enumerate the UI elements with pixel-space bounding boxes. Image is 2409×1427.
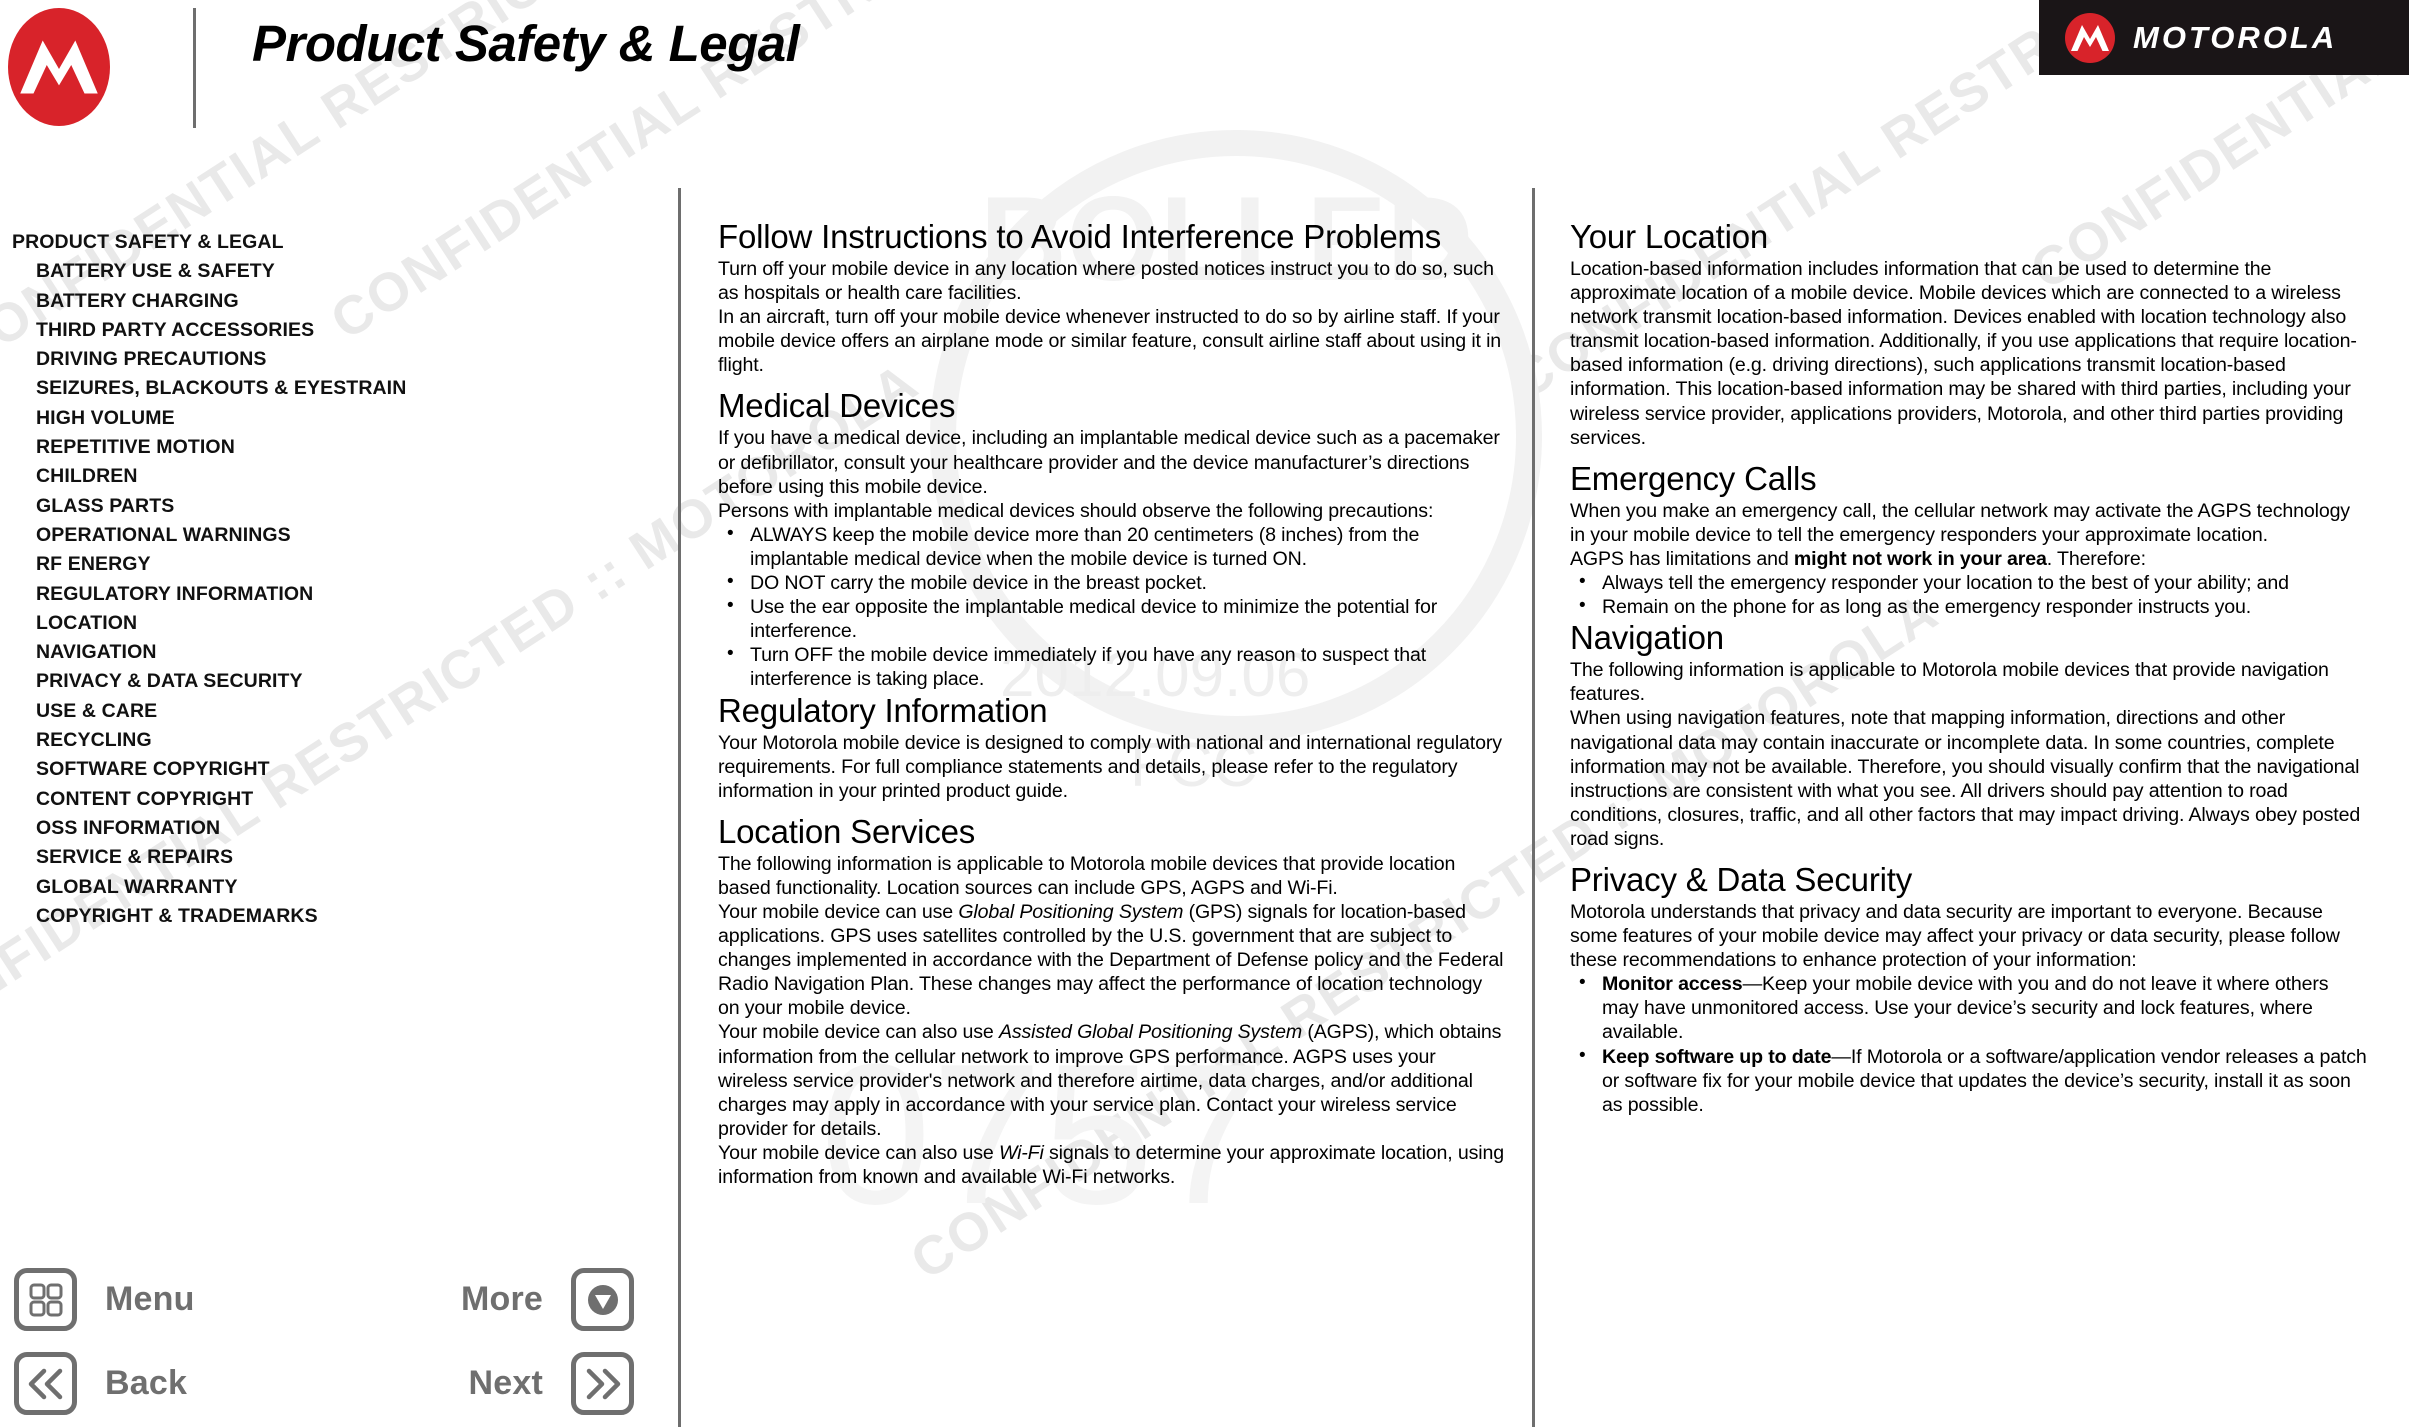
paragraph-emergency-2: AGPS has limitations and might not work … — [1570, 547, 2370, 571]
next-button-label: Next — [468, 1364, 543, 1402]
emphasis-wifi-term: Wi-Fi — [998, 1141, 1044, 1164]
sidebar-item-seizures-blackouts-eyestrain[interactable]: SEIZURES, BLACKOUTS & EYESTRAIN — [0, 374, 660, 403]
section-heading-your-location: Your Location — [1570, 218, 1769, 255]
sidebar-item-service-repairs[interactable]: SERVICE & REPAIRS — [0, 843, 660, 872]
list-item: Always tell the emergency responder your… — [1570, 570, 2370, 595]
section-heading-location-services: Location Services — [718, 812, 976, 850]
sidebar-item-privacy-data-security[interactable]: PRIVACY & DATA SECURITY — [0, 667, 660, 696]
paragraph-interference-2: In an aircraft, turn off your mobile dev… — [718, 306, 1502, 377]
sidebar-item-battery-use-safety[interactable]: BATTERY USE & SAFETY — [0, 257, 660, 286]
text-run: Your mobile device can also use — [718, 1021, 999, 1044]
list-item: DO NOT carry the mobile device in the br… — [718, 570, 1508, 595]
double-chevron-right-icon — [571, 1352, 634, 1415]
sidebar-item-third-party-accessories[interactable]: THIRD PARTY ACCESSORIES — [0, 316, 660, 345]
emphasis-agps-term: Assisted Global Positioning System — [998, 1021, 1303, 1044]
paragraph-medical-2: Persons with implantable medical devices… — [718, 499, 1434, 522]
motorola-brand-plate: MOTOROLA — [2039, 0, 2409, 75]
paragraph-interference-1: Turn off your mobile device in any locat… — [718, 258, 1494, 305]
sidebar-item-battery-charging[interactable]: BATTERY CHARGING — [0, 287, 660, 316]
sidebar-item-use-care[interactable]: USE & CARE — [0, 697, 660, 726]
section-heading-regulatory-information: Regulatory Information — [718, 691, 1048, 729]
column-divider — [678, 188, 681, 1427]
list-item-lead: Monitor access — [1602, 973, 1743, 996]
paragraph-location-3: Your mobile device can also use Assisted… — [718, 1020, 1508, 1140]
content-column-middle: Follow Instructions to Avoid Interferenc… — [718, 218, 1508, 1189]
text-run: . Therefore: — [2046, 547, 2146, 570]
page-title: Product Safety & Legal — [252, 15, 800, 72]
section-heading-privacy-data-security: Privacy & Data Security — [1570, 860, 1913, 898]
section-heading-navigation: Navigation — [1570, 619, 1724, 657]
paragraph-privacy-1: Motorola understands that privacy and da… — [1570, 900, 2340, 972]
next-button[interactable]: Next — [468, 1352, 634, 1415]
paragraph-regulatory-1: Your Motorola mobile device is designed … — [718, 731, 1502, 802]
list-item: Keep software up to date—If Motorola or … — [1570, 1044, 2370, 1117]
back-button[interactable]: Back — [14, 1352, 187, 1415]
list-medical-precautions: ALWAYS keep the mobile device more than … — [718, 522, 1508, 692]
menu-button[interactable]: Menu — [14, 1268, 195, 1331]
list-emergency-advice: Always tell the emergency responder your… — [1570, 570, 2370, 619]
column-divider — [1532, 188, 1535, 1427]
emphasis-gps-term: Global Positioning System — [958, 900, 1184, 923]
sidebar-item-copyright-trademarks[interactable]: COPYRIGHT & TRADEMARKS — [0, 902, 660, 931]
list-privacy-recommendations: Monitor access—Keep your mobile device w… — [1570, 971, 2370, 1117]
section-heading-medical-devices: Medical Devices — [718, 387, 956, 425]
paragraph-medical-1: If you have a medical device, including … — [718, 427, 1500, 498]
sidebar-item-repetitive-motion[interactable]: REPETITIVE MOTION — [0, 433, 660, 462]
list-item: Monitor access—Keep your mobile device w… — [1570, 971, 2370, 1044]
menu-button-label: Menu — [105, 1280, 195, 1318]
sidebar-item-recycling[interactable]: RECYCLING — [0, 726, 660, 755]
list-item: Turn OFF the mobile device immediately i… — [718, 642, 1508, 691]
chevron-down-circle-icon — [571, 1268, 634, 1331]
sidebar-item-high-volume[interactable]: HIGH VOLUME — [0, 404, 660, 433]
text-run: Your mobile device can also use — [718, 1141, 999, 1164]
sidebar-item-software-copyright[interactable]: SOFTWARE COPYRIGHT — [0, 755, 660, 784]
paragraph-location-1: The following information is applicable … — [718, 852, 1456, 899]
sidebar-item-rf-energy[interactable]: RF ENERGY — [0, 550, 660, 579]
sidebar-item-location[interactable]: LOCATION — [0, 609, 660, 638]
paragraph-navigation-1: The following information is applicable … — [1570, 659, 2329, 706]
section-heading-interference: Follow Instructions to Avoid Interferenc… — [718, 218, 1442, 255]
paragraph-your-location-1: Location-based information includes info… — [1570, 258, 2357, 449]
emphasis-agps-warning: might not work in your area — [1793, 547, 2047, 570]
sidebar-item-content-copyright[interactable]: CONTENT COPYRIGHT — [0, 785, 660, 814]
sidebar-item-driving-precautions[interactable]: DRIVING PRECAUTIONS — [0, 345, 660, 374]
table-of-contents: PRODUCT SAFETY & LEGAL BATTERY USE & SAF… — [0, 228, 660, 931]
grid-menu-icon — [14, 1268, 77, 1331]
bottom-navigation-bar: Menu Back More Next — [0, 1258, 660, 1427]
list-item-lead: Keep software up to date — [1602, 1045, 1832, 1068]
sidebar-item-regulatory-information[interactable]: REGULATORY INFORMATION — [0, 580, 660, 609]
text-run: Your mobile device can use — [718, 900, 959, 923]
content-column-right: Your Location Location-based information… — [1570, 218, 2370, 1117]
list-item: ALWAYS keep the mobile device more than … — [718, 522, 1508, 571]
sidebar-item-glass-parts[interactable]: GLASS PARTS — [0, 492, 660, 521]
sidebar-item-operational-warnings[interactable]: OPERATIONAL WARNINGS — [0, 521, 660, 550]
section-heading-emergency-calls: Emergency Calls — [1570, 459, 1817, 497]
sidebar-item-product-safety-legal[interactable]: PRODUCT SAFETY & LEGAL — [0, 228, 660, 257]
paragraph-location-2: Your mobile device can use Global Positi… — [718, 900, 1508, 1020]
sidebar-item-oss-information[interactable]: OSS INFORMATION — [0, 814, 660, 843]
list-item: Remain on the phone for as long as the e… — [1570, 594, 2370, 619]
sidebar-item-global-warranty[interactable]: GLOBAL WARRANTY — [0, 873, 660, 902]
text-run: AGPS has limitations and — [1570, 547, 1794, 570]
double-chevron-left-icon — [14, 1352, 77, 1415]
paragraph-navigation-2: When using navigation features, note tha… — [1570, 707, 2361, 850]
motorola-batwing-icon — [8, 8, 110, 126]
paragraph-location-4: Your mobile device can also use Wi-Fi si… — [718, 1141, 1508, 1189]
motorola-batwing-icon — [2065, 12, 2115, 63]
motorola-wordmark: MOTOROLA — [2133, 19, 2338, 55]
more-button[interactable]: More — [461, 1268, 634, 1331]
paragraph-emergency-1: When you make an emergency call, the cel… — [1570, 499, 2350, 546]
list-item: Use the ear opposite the implantable med… — [718, 594, 1508, 643]
header-divider — [193, 8, 196, 128]
more-button-label: More — [460, 1280, 543, 1318]
back-button-label: Back — [105, 1364, 188, 1402]
sidebar-item-children[interactable]: CHILDREN — [0, 462, 660, 491]
sidebar-item-navigation[interactable]: NAVIGATION — [0, 638, 660, 667]
